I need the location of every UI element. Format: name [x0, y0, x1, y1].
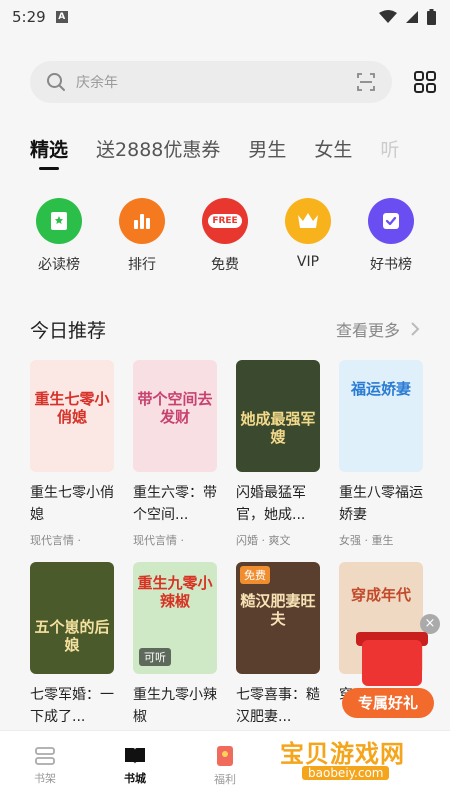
book-card[interactable]: 重生九零小辣椒 可听 重生九零小辣椒 — [133, 562, 217, 728]
must-read-icon — [36, 198, 82, 244]
gift-box-body — [362, 640, 422, 686]
nav-label: 福利 — [214, 772, 236, 786]
book-card[interactable]: 带个空间去发财 重生六零：带个空间... 现代言情 · — [133, 360, 217, 548]
book-title: 重生七零小俏媳 — [30, 485, 114, 523]
book-card[interactable]: 福运娇妻 重生八零福运娇妻 女强 · 重生 — [339, 360, 423, 548]
chevron-right-icon — [411, 322, 420, 336]
listen-badge: 可听 — [139, 648, 171, 666]
ranking-icon — [119, 198, 165, 244]
watermark-url: baobeiy.com — [302, 766, 390, 780]
quick-ranking[interactable]: 排行 — [101, 198, 183, 274]
quick-good-books[interactable]: 好书榜 — [350, 198, 432, 274]
quick-label: 排行 — [128, 257, 156, 273]
cover-title: 穿成年代 — [350, 586, 411, 604]
book-title: 七零喜事：糙汉肥妻... — [236, 687, 320, 725]
scan-icon[interactable] — [356, 72, 376, 92]
grid-icon — [414, 71, 436, 93]
crown-icon — [285, 198, 331, 244]
nav-welfare[interactable]: 福利 — [180, 731, 270, 800]
signal-icon — [406, 11, 418, 23]
quick-must-read[interactable]: 必读榜 — [18, 198, 100, 274]
quick-links: 必读榜 排行 FREE 免费 VIP 好书榜 — [0, 198, 450, 274]
tab-listen[interactable]: 听 — [380, 135, 399, 170]
tab-female[interactable]: 女生 — [314, 135, 352, 170]
cover-title: 福运娇妻 — [350, 380, 411, 398]
book-title: 重生九零小辣椒 — [133, 687, 217, 725]
tab-coupon[interactable]: 送2888优惠券 — [96, 135, 220, 170]
free-badge: FREE — [208, 214, 242, 228]
book-grid-row-1: 重生七零小俏媳 重生七零小俏媳 现代言情 · 带个空间去发财 重生六零：带个空间… — [0, 360, 450, 548]
search-icon — [47, 73, 65, 91]
nav-label: 书城 — [124, 771, 146, 785]
see-more-label: 查看更多 — [335, 321, 400, 340]
quick-free[interactable]: FREE 免费 — [184, 198, 266, 274]
book-cover: 福运娇妻 — [339, 360, 423, 472]
book-title: 闪婚最猛军官，她成... — [236, 485, 306, 523]
book-card[interactable]: 重生七零小俏媳 重生七零小俏媳 现代言情 · — [30, 360, 114, 548]
book-open-icon — [125, 747, 145, 764]
book-cover: 免费 糙汉肥妻旺夫 — [236, 562, 320, 674]
quick-label: 好书榜 — [370, 257, 412, 273]
book-cover: 她成最强军嫂 — [236, 360, 320, 472]
book-card[interactable]: 五个崽的后娘 七零军婚：一下成了... — [30, 562, 114, 728]
watermark-text: 宝贝游戏网 — [280, 740, 405, 768]
free-badge: 免费 — [240, 566, 270, 584]
book-meta: 闪婚 · 爽文 — [236, 534, 291, 547]
book-title: 七零军婚：一下成了... — [30, 687, 114, 725]
book-cover: 重生九零小辣椒 可听 — [133, 562, 217, 674]
clock: 5:29 — [12, 8, 46, 26]
status-bar: 5:29 A — [0, 0, 450, 34]
close-icon[interactable]: × — [420, 614, 440, 634]
nav-label: 书架 — [34, 771, 56, 785]
tab-featured[interactable]: 精选 — [30, 135, 68, 170]
nav-bookshelf[interactable]: 书架 — [0, 731, 90, 800]
quick-label: 免费 — [211, 257, 239, 273]
book-meta: 现代言情 · — [30, 534, 81, 547]
wifi-icon — [379, 10, 397, 23]
book-cover: 重生七零小俏媳 — [30, 360, 114, 472]
search-input[interactable]: 庆余年 — [30, 61, 392, 103]
cover-title: 重生九零小辣椒 — [137, 574, 213, 610]
check-book-icon — [368, 198, 414, 244]
quick-label: VIP — [296, 254, 320, 270]
book-cover: 五个崽的后娘 — [30, 562, 114, 674]
cover-title: 五个崽的后娘 — [34, 618, 110, 654]
channel-tabs: 精选 送2888优惠券 男生 女生 听 — [0, 120, 450, 170]
free-icon: FREE — [202, 198, 248, 244]
category-grid-button[interactable] — [392, 71, 436, 93]
cover-title: 带个空间去发财 — [137, 390, 213, 426]
section-header: 今日推荐 查看更多 — [0, 314, 450, 344]
tab-male[interactable]: 男生 — [248, 135, 286, 170]
nav-bookstore[interactable]: 书城 — [90, 731, 180, 800]
search-row: 庆余年 — [0, 34, 450, 110]
battery-icon — [427, 9, 436, 25]
book-title: 重生六零：带个空间... — [133, 485, 217, 523]
book-title: 重生八零福运娇妻 — [339, 485, 423, 523]
book-cover: 带个空间去发财 — [133, 360, 217, 472]
cover-title: 糙汉肥妻旺夫 — [240, 592, 316, 628]
red-envelope-icon — [217, 745, 233, 766]
quick-vip[interactable]: VIP — [267, 198, 349, 274]
exclusive-gift-popup[interactable]: × 专属好礼 — [340, 614, 440, 724]
gift-label: 专属好礼 — [342, 688, 434, 718]
see-more-link[interactable]: 查看更多 — [336, 317, 420, 341]
book-card[interactable]: 她成最强军嫂 闪婚最猛军官，她成... 闪婚 · 爽文 — [236, 360, 320, 548]
bookshelf-icon — [35, 746, 55, 765]
book-meta: 女强 · 重生 — [339, 534, 394, 547]
quick-label: 必读榜 — [38, 257, 80, 273]
notification-a-icon: A — [55, 11, 68, 23]
cover-title: 她成最强军嫂 — [240, 410, 316, 446]
site-watermark: 宝贝游戏网 baobeiy.com — [280, 732, 450, 792]
cover-title: 重生七零小俏媳 — [34, 390, 110, 426]
book-card[interactable]: 免费 糙汉肥妻旺夫 七零喜事：糙汉肥妻... — [236, 562, 320, 728]
section-title: 今日推荐 — [30, 319, 107, 342]
search-placeholder: 庆余年 — [76, 75, 118, 91]
book-meta: 现代言情 · — [133, 534, 184, 547]
